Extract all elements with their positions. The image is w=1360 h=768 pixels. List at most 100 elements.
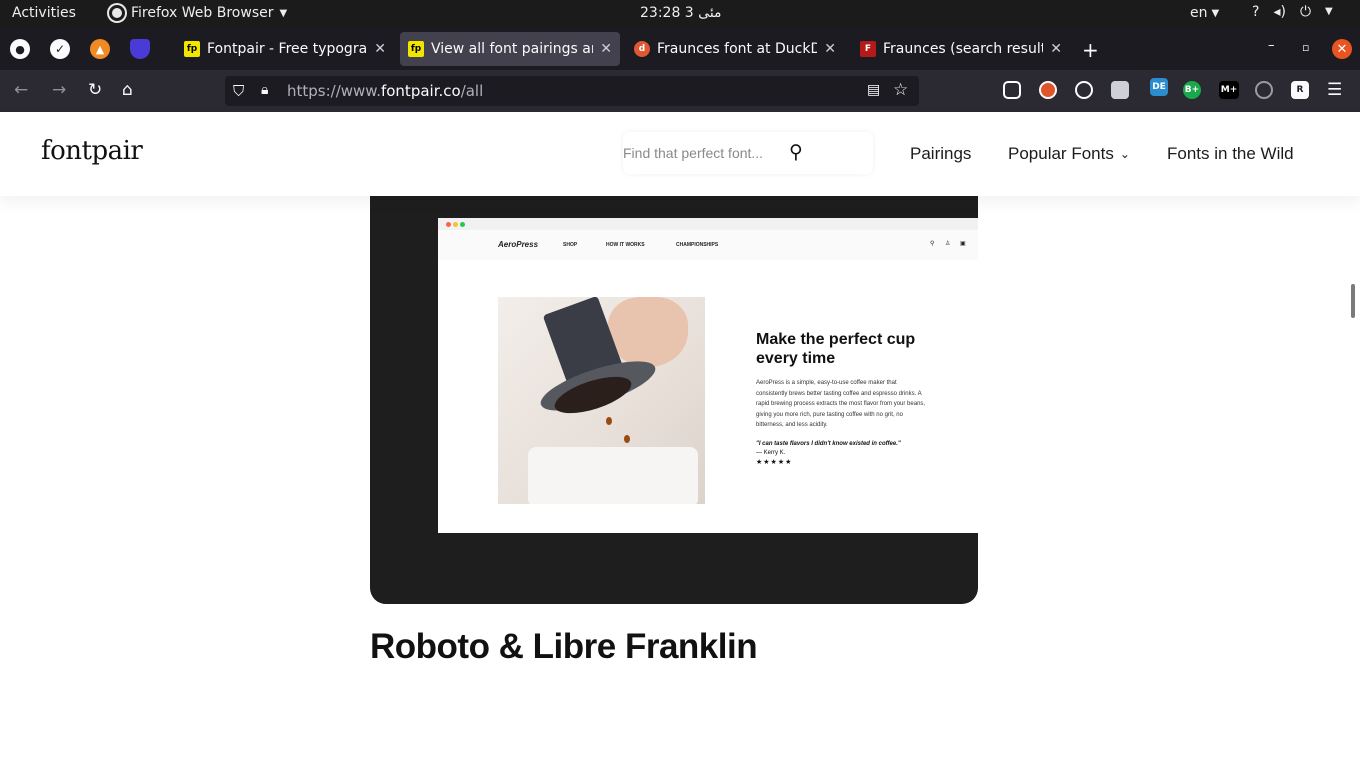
markdown-icon[interactable]: M+: [1219, 81, 1239, 99]
search-icon: ⚲: [930, 241, 935, 247]
nav-fonts-in-the-wild[interactable]: Fonts in the Wild: [1167, 144, 1294, 164]
coffee-drop-shape: [606, 417, 612, 425]
close-window-button[interactable]: ✕: [1332, 39, 1352, 59]
maximize-button[interactable]: ▫: [1302, 41, 1309, 54]
fontpair-favicon-icon: fp: [184, 41, 200, 57]
mock-nav-item: SHOP: [563, 242, 578, 248]
rating-stars: ★★★★★: [756, 458, 793, 466]
extension-icon[interactable]: [1075, 81, 1093, 99]
firefox-icon: [109, 5, 125, 21]
font-search[interactable]: Find that perfect font... ⚲: [623, 132, 873, 174]
chevron-down-icon: ▼: [1211, 7, 1220, 19]
hand-shape: [608, 297, 688, 367]
home-button[interactable]: ⌂: [122, 80, 133, 100]
activities-button[interactable]: Activities: [12, 5, 76, 21]
fontpair-favicon-icon: fp: [408, 41, 424, 57]
bookmark-star-icon[interactable]: ☆: [893, 80, 908, 100]
nav-popular-fonts-label: Popular Fonts: [1008, 144, 1114, 163]
tab-title: View all font pairings anc: [431, 41, 594, 57]
page-scrollbar-thumb[interactable]: [1351, 284, 1355, 318]
github-icon[interactable]: ●: [10, 39, 30, 59]
pairing-title[interactable]: Roboto & Libre Franklin: [370, 627, 758, 667]
hamburger-menu-icon[interactable]: ☰: [1327, 80, 1342, 100]
minimize-dot-icon: [453, 222, 458, 227]
power-icon: ⏻: [1299, 4, 1312, 20]
url-text[interactable]: https://www.fontpair.co/all: [287, 82, 483, 100]
readability-icon[interactable]: R: [1291, 81, 1309, 99]
fontshare-favicon-icon: F: [860, 41, 876, 57]
nav-popular-fonts[interactable]: Popular Fonts ⌄: [1008, 144, 1130, 164]
forward-button[interactable]: →: [52, 80, 66, 100]
tracking-shield-icon[interactable]: ⛉: [233, 82, 244, 100]
mock-browser-chrome: [438, 218, 978, 230]
system-top-bar: Activities Firefox Web Browser ▼ 23:28 3…: [0, 0, 1360, 28]
grammar-icon[interactable]: B+: [1183, 81, 1201, 99]
cart-icon: ▣: [960, 241, 966, 247]
checkmark-icon[interactable]: ✓: [50, 39, 70, 59]
tab-title: Fraunces (search results): [883, 41, 1044, 57]
back-button[interactable]: ←: [14, 80, 28, 100]
site-header: fontpair Find that perfect font... ⚲ Pai…: [0, 112, 1360, 196]
close-icon[interactable]: ✕: [600, 41, 612, 57]
mock-nav-item: HOW IT WORKS: [606, 242, 645, 248]
new-tab-button[interactable]: +: [1082, 38, 1099, 62]
language-selector[interactable]: en ▼: [1190, 5, 1219, 21]
picture-icon[interactable]: [1111, 81, 1129, 99]
language-label: en: [1190, 5, 1208, 21]
maximize-dot-icon: [460, 222, 465, 227]
chevron-down-icon: ⌄: [1119, 147, 1130, 161]
tab-duckduckgo[interactable]: d Fraunces font at DuckDu ✕: [626, 32, 844, 66]
nav-pairings[interactable]: Pairings: [910, 144, 971, 164]
mock-body-text: AeroPress is a simple, easy-to-use coffe…: [756, 380, 926, 428]
network-icon: ?: [1252, 4, 1260, 20]
clock[interactable]: 23:28 3 مئی: [640, 5, 722, 21]
search-input[interactable]: Find that perfect font...: [623, 145, 763, 161]
duckduckgo-favicon-icon: d: [634, 41, 650, 57]
reload-button[interactable]: ↻: [88, 80, 102, 100]
close-icon[interactable]: ✕: [1050, 41, 1062, 57]
tab-fontpair[interactable]: fp Fontpair - Free typograph ✕: [176, 32, 394, 66]
tab-fraunces-results[interactable]: F Fraunces (search results) ✕: [852, 32, 1070, 66]
circle-icon[interactable]: [1255, 81, 1273, 99]
product-photo: [498, 297, 705, 504]
cup-shape: [528, 447, 698, 504]
mock-headline: Make the perfect cup every time: [756, 331, 916, 367]
translate-icon[interactable]: DE: [1150, 78, 1168, 96]
fire-icon[interactable]: ▲: [90, 39, 110, 59]
close-icon[interactable]: ✕: [824, 41, 836, 57]
tab-title: Fontpair - Free typograph: [207, 41, 368, 57]
close-icon[interactable]: ✕: [374, 41, 386, 57]
lock-icon[interactable]: 🔒︎: [261, 82, 268, 98]
mock-site-nav: AeroPress SHOP HOW IT WORKS CHAMPIONSHIP…: [438, 230, 978, 260]
chevron-down-icon: ▼: [1325, 6, 1333, 17]
coffee-drop-shape: [624, 435, 630, 443]
tab-view-all-pairings[interactable]: fp View all font pairings anc ✕: [400, 32, 620, 66]
mock-quote: "I can taste flavors I didn't know exist…: [756, 440, 901, 447]
system-tray[interactable]: ? ◂) ⏻ ▼: [1252, 4, 1333, 20]
app-name: Firefox Web Browser: [131, 5, 274, 21]
url-prefix: https://www.: [287, 82, 381, 100]
tab-strip: ● ✓ ▲ fp Fontpair - Free typograph ✕ fp …: [0, 28, 1360, 70]
reader-view-icon[interactable]: ▤: [867, 82, 880, 98]
tab-title: Fraunces font at DuckDu: [657, 41, 818, 57]
ublock-icon[interactable]: [1039, 81, 1057, 99]
site-logo[interactable]: fontpair: [41, 136, 143, 166]
chevron-down-icon: ▼: [279, 7, 288, 19]
search-icon[interactable]: ⚲: [789, 141, 803, 163]
mock-nav-item: CHAMPIONSHIPS: [676, 242, 719, 248]
url-domain: fontpair.co: [380, 82, 461, 100]
pairing-preview-card[interactable]: AeroPress SHOP HOW IT WORKS CHAMPIONSHIP…: [370, 176, 978, 604]
shield-icon[interactable]: [130, 39, 150, 59]
volume-icon: ◂): [1273, 4, 1286, 20]
mock-attribution: — Kerry K.: [756, 449, 786, 456]
minimize-button[interactable]: –: [1268, 38, 1275, 53]
url-bar[interactable]: ⛉ 🔒︎ https://www.fontpair.co/all ▤ ☆: [225, 76, 919, 106]
pocket-icon[interactable]: [1003, 81, 1021, 99]
user-icon: ♙: [945, 241, 951, 247]
close-dot-icon: [446, 222, 451, 227]
mock-brand: AeroPress: [498, 240, 539, 249]
url-path: /all: [460, 82, 484, 100]
mock-hero-copy: Make the perfect cup every time AeroPres…: [756, 330, 926, 466]
example-website-screenshot: AeroPress SHOP HOW IT WORKS CHAMPIONSHIP…: [438, 218, 978, 533]
app-menu[interactable]: Firefox Web Browser ▼: [109, 5, 287, 21]
